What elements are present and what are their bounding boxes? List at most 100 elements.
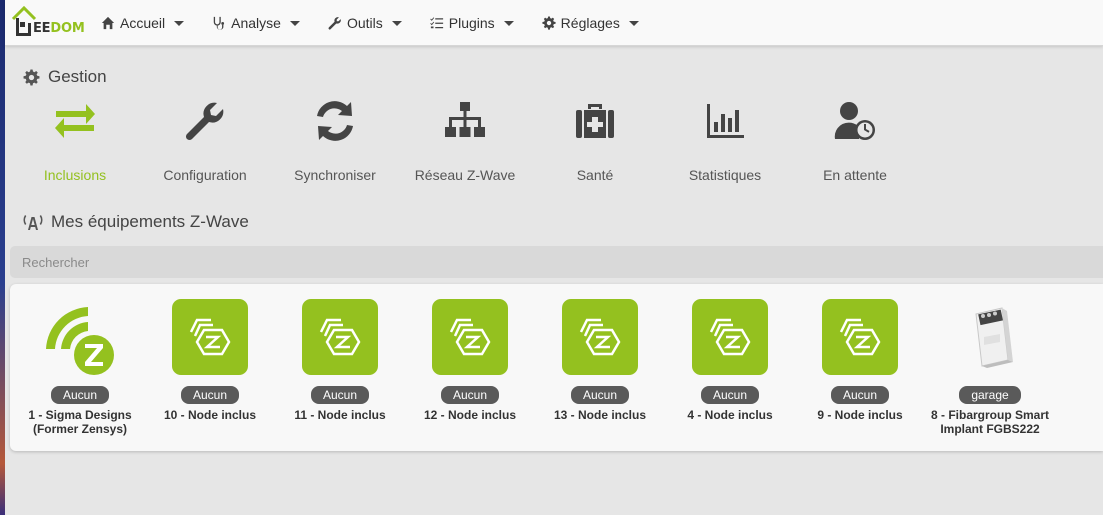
device-card[interactable]: Aucun 12 - Node inclus bbox=[405, 296, 535, 422]
home-icon bbox=[101, 16, 115, 30]
mgmt-label: Statistiques bbox=[688, 167, 762, 183]
device-card[interactable]: Aucun 1 - Sigma Designs (Former Zensys) bbox=[15, 296, 145, 436]
mgmt-label: En attente bbox=[823, 167, 887, 183]
device-badge: Aucun bbox=[700, 386, 760, 404]
device-grid: Aucun 1 - Sigma Designs (Former Zensys) … bbox=[10, 284, 1103, 451]
device-name: 10 - Node inclus bbox=[163, 408, 257, 422]
zwave-node-icon bbox=[449, 318, 491, 356]
stethoscope-icon bbox=[213, 16, 225, 30]
mgmt-label: Synchroniser bbox=[294, 167, 376, 183]
broadcast-antenna-icon bbox=[23, 215, 43, 230]
wrench-icon bbox=[185, 102, 224, 141]
wrench-icon bbox=[328, 17, 341, 30]
equipements-title: Mes équipements Z-Wave bbox=[51, 212, 249, 231]
device-badge: Aucun bbox=[180, 386, 240, 404]
device-badge: Aucun bbox=[830, 386, 890, 404]
device-card[interactable]: Aucun 13 - Node inclus bbox=[535, 296, 665, 422]
mgmt-reseau-zwave[interactable]: Réseau Z-Wave bbox=[400, 100, 530, 183]
mgmt-label: Configuration bbox=[163, 167, 247, 183]
zwave-node-icon bbox=[319, 318, 361, 356]
device-image bbox=[665, 296, 795, 378]
device-name: 8 - Fibargroup Smart Implant FGBS222 bbox=[931, 408, 1050, 436]
device-name: 9 - Node inclus bbox=[817, 408, 903, 422]
logo-text-dark: EE bbox=[33, 21, 51, 36]
caret-down-icon bbox=[503, 20, 514, 26]
zwave-tile bbox=[562, 299, 638, 375]
logo-text-green: DOM bbox=[50, 21, 85, 36]
zwave-node-icon bbox=[189, 318, 231, 356]
caret-down-icon bbox=[391, 20, 402, 26]
gestion-heading: Gestion bbox=[23, 67, 107, 87]
device-name: 13 - Node inclus bbox=[553, 408, 647, 422]
network-tree-icon bbox=[445, 102, 485, 137]
mgmt-label: Inclusions bbox=[43, 167, 107, 183]
device-image bbox=[925, 296, 1055, 378]
jeedom-logo[interactable]: EEDOM bbox=[11, 3, 89, 41]
search-input[interactable] bbox=[10, 246, 1103, 278]
nav-accueil[interactable]: Accueil bbox=[101, 15, 185, 31]
cog-icon bbox=[542, 16, 556, 30]
device-card[interactable]: Aucun 9 - Node inclus bbox=[795, 296, 925, 422]
mgmt-sante[interactable]: Santé bbox=[530, 100, 660, 183]
device-image bbox=[405, 296, 535, 378]
zwave-tile bbox=[692, 299, 768, 375]
zwave-node-icon bbox=[579, 318, 621, 356]
sync-icon bbox=[317, 101, 353, 141]
medkit-icon bbox=[576, 104, 614, 138]
device-badge: Aucun bbox=[440, 386, 500, 404]
user-clock-icon bbox=[834, 102, 875, 140]
logo-text: EEDOM bbox=[33, 21, 85, 36]
mgmt-inclusions[interactable]: Inclusions bbox=[10, 100, 140, 183]
mgmt-configuration[interactable]: Configuration bbox=[140, 100, 270, 183]
mgmt-synchroniser[interactable]: Synchroniser bbox=[270, 100, 400, 183]
mgmt-en-attente[interactable]: En attente bbox=[790, 100, 920, 183]
mgmt-statistiques[interactable]: Statistiques bbox=[660, 100, 790, 183]
nav-outils[interactable]: Outils bbox=[328, 15, 402, 31]
cog-icon bbox=[23, 69, 40, 85]
mgmt-label: Réseau Z-Wave bbox=[414, 167, 516, 183]
device-image bbox=[535, 296, 665, 378]
device-badge: garage bbox=[959, 386, 1021, 404]
nav-reglages[interactable]: Réglages bbox=[542, 15, 639, 31]
device-image bbox=[15, 296, 145, 378]
nav-label: Accueil bbox=[120, 15, 166, 31]
main-menu: Accueil Analyse Outils Plugins Réglages bbox=[101, 0, 667, 46]
zwave-node-icon bbox=[839, 318, 881, 356]
device-name: 12 - Node inclus bbox=[423, 408, 517, 422]
device-card[interactable]: garage 8 - Fibargroup Smart Implant FGBS… bbox=[925, 296, 1055, 436]
management-toolbar: Inclusions Configuration Synchroniser Ré… bbox=[5, 100, 1103, 200]
zwave-node-icon bbox=[709, 318, 751, 356]
exchange-arrows-icon bbox=[55, 104, 95, 138]
gestion-title: Gestion bbox=[48, 67, 107, 86]
device-card[interactable]: Aucun 11 - Node inclus bbox=[275, 296, 405, 422]
caret-down-icon bbox=[628, 20, 639, 26]
equipements-heading: Mes équipements Z-Wave bbox=[23, 212, 249, 232]
fibaro-implant-module-icon bbox=[975, 307, 1013, 368]
zwave-tile bbox=[432, 299, 508, 375]
zwave-tile bbox=[302, 299, 378, 375]
device-name: 4 - Node inclus bbox=[687, 408, 773, 422]
device-image bbox=[795, 296, 925, 378]
device-card[interactable]: Aucun 10 - Node inclus bbox=[145, 296, 275, 422]
nav-analyse[interactable]: Analyse bbox=[212, 15, 300, 31]
device-badge: Aucun bbox=[50, 386, 110, 404]
bar-chart-icon bbox=[707, 104, 744, 138]
app-window: EEDOM Accueil Analyse Outils Plugins Rég… bbox=[5, 0, 1103, 515]
nav-label: Analyse bbox=[231, 15, 281, 31]
device-badge: Aucun bbox=[570, 386, 630, 404]
nav-label: Outils bbox=[346, 15, 383, 31]
caret-down-icon bbox=[289, 20, 300, 26]
nav-plugins[interactable]: Plugins bbox=[430, 15, 514, 31]
device-card[interactable]: Aucun 4 - Node inclus bbox=[665, 296, 795, 422]
device-name: 1 - Sigma Designs (Former Zensys) bbox=[28, 408, 132, 436]
zwave-tile bbox=[172, 299, 248, 375]
caret-down-icon bbox=[174, 20, 185, 26]
nav-label: Plugins bbox=[448, 15, 495, 31]
device-image bbox=[145, 296, 275, 378]
nav-label: Réglages bbox=[560, 15, 620, 31]
zwave-signal-logo-icon bbox=[46, 307, 114, 375]
top-navbar: EEDOM Accueil Analyse Outils Plugins Rég… bbox=[5, 0, 1103, 46]
device-name: 11 - Node inclus bbox=[294, 408, 386, 422]
tasks-icon bbox=[430, 17, 443, 29]
device-badge: Aucun bbox=[310, 386, 370, 404]
